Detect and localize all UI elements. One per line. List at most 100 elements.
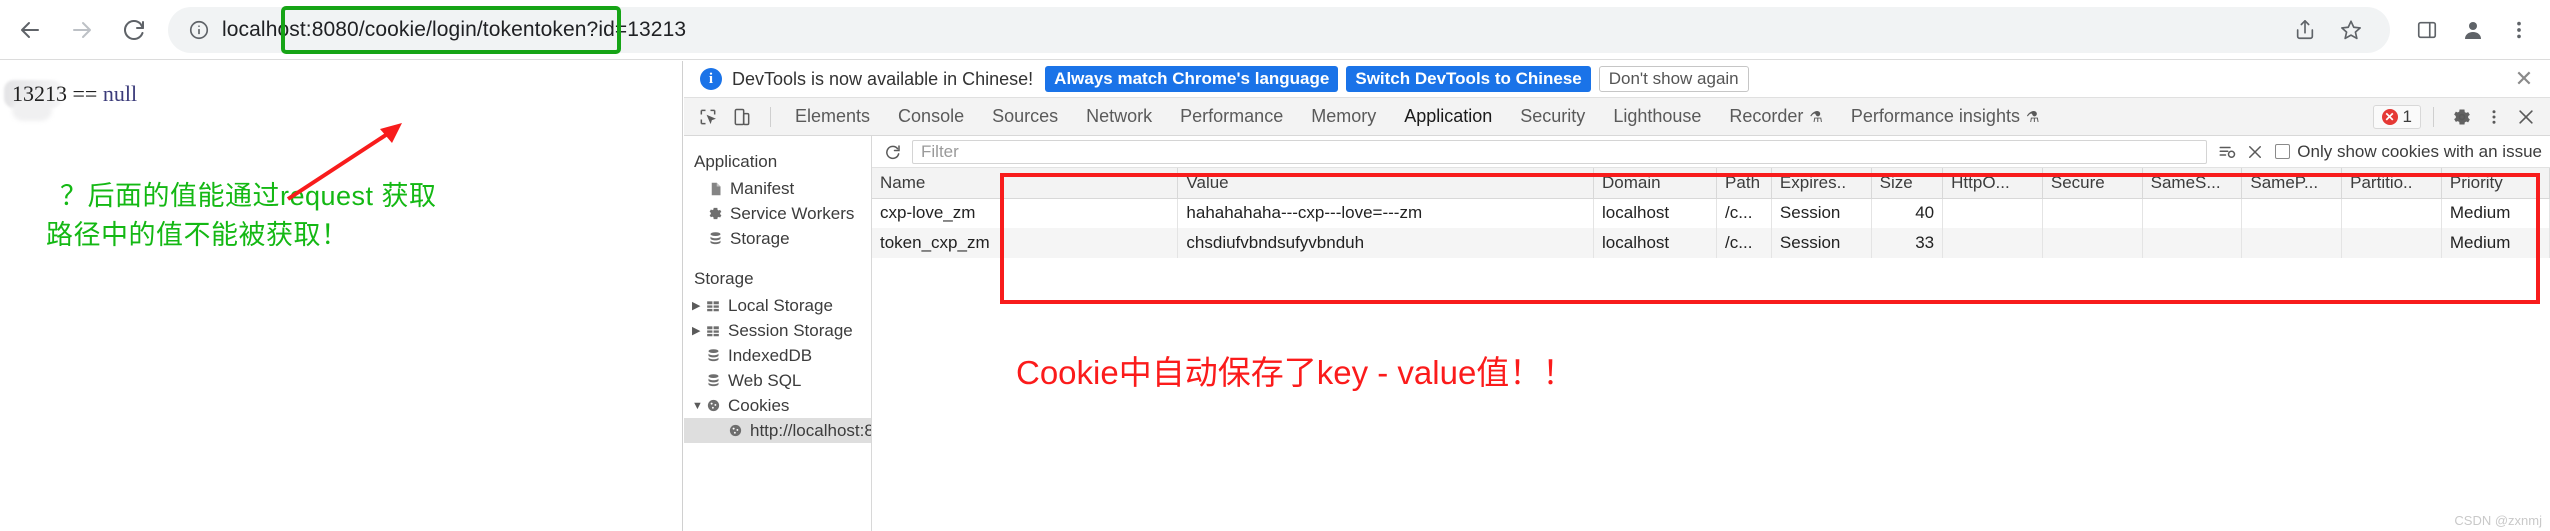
info-icon: i <box>700 68 722 90</box>
tab-application[interactable]: Application <box>1390 98 1506 136</box>
table-grid-icon <box>706 299 728 313</box>
tab-network[interactable]: Network <box>1072 98 1166 136</box>
address-bar[interactable]: localhost:8080/cookie/login/tokentoken?i… <box>168 6 2390 53</box>
devtools-language-banner: i DevTools is now available in Chinese! … <box>684 61 2550 98</box>
manifest-file-icon <box>708 181 730 197</box>
cell-expires: Session <box>1771 198 1872 228</box>
cookies-table: Name Value Domain Path Expires.. Size Ht… <box>872 168 2550 258</box>
sidebar-item-label: Local Storage <box>728 295 833 315</box>
gear-icon <box>708 206 730 221</box>
delete-selected-icon[interactable] <box>2241 143 2269 161</box>
tab-sources[interactable]: Sources <box>978 98 1072 136</box>
column-header-expires[interactable]: Expires.. <box>1771 168 1872 199</box>
always-match-language-button[interactable]: Always match Chrome's language <box>1045 66 1339 92</box>
chevron-down-icon[interactable]: ▼ <box>692 400 706 412</box>
reload-button[interactable] <box>112 8 156 52</box>
column-header-value[interactable]: Value <box>1177 168 1595 199</box>
tab-recorder[interactable]: Recorder ⚗ <box>1715 98 1836 136</box>
tab-performance[interactable]: Performance <box>1166 98 1297 136</box>
column-header-samesite[interactable]: SameS... <box>2142 168 2243 199</box>
column-header-size[interactable]: Size <box>1871 168 1944 199</box>
sidebar-item-manifest[interactable]: Manifest <box>684 176 871 201</box>
chrome-menu-icon[interactable] <box>2498 9 2540 51</box>
tab-memory[interactable]: Memory <box>1297 98 1390 136</box>
sidebar-item-label: Storage <box>730 228 790 248</box>
cell-size: 40 <box>1871 198 1944 228</box>
cell-value: hahahahaha---cxp---love=---zm <box>1177 198 1595 228</box>
more-vertical-icon[interactable] <box>2478 101 2510 133</box>
sidebar-item-label: Web SQL <box>728 370 802 390</box>
sidebar-item-storage[interactable]: Storage <box>684 226 871 251</box>
column-header-path[interactable]: Path <box>1716 168 1772 199</box>
inspect-element-icon[interactable] <box>692 101 724 133</box>
device-toolbar-icon[interactable] <box>726 101 758 133</box>
tab-lighthouse[interactable]: Lighthouse <box>1599 98 1715 136</box>
table-row[interactable]: token_cxp_zm chsdiufvbndsufyvbnduh local… <box>872 228 2550 258</box>
sidebar-item-session-storage[interactable]: ▶ Session Storage <box>684 318 871 343</box>
tab-elements[interactable]: Elements <box>781 98 884 136</box>
refresh-icon[interactable] <box>880 143 906 161</box>
column-header-partition[interactable]: Partitio.. <box>2341 168 2442 199</box>
sidebar-item-label: http://localhost:8080 <box>750 420 872 440</box>
omnibox-actions <box>2272 9 2372 51</box>
sidebar-item-cookie-origin[interactable]: http://localhost:8080 <box>684 418 871 443</box>
only-show-issues-checkbox[interactable]: Only show cookies with an issue <box>2275 142 2542 162</box>
clear-all-cookies-icon[interactable] <box>2213 143 2241 161</box>
forward-button[interactable] <box>60 8 104 52</box>
column-header-priority[interactable]: Priority <box>2441 168 2550 199</box>
checkbox-box[interactable] <box>2275 144 2291 159</box>
column-header-secure[interactable]: Secure <box>2042 168 2143 199</box>
sidebar-item-indexeddb[interactable]: IndexedDB <box>684 343 871 368</box>
dont-show-again-button[interactable]: Don't show again <box>1598 66 1749 92</box>
filter-input[interactable]: Filter <box>912 139 2208 164</box>
sidebar-item-service-workers[interactable]: Service Workers <box>684 201 871 226</box>
cookie-icon <box>706 398 728 413</box>
tab-label: Lighthouse <box>1613 106 1702 126</box>
cookies-panel: Filter Only show cookies with an issue N… <box>872 136 2550 531</box>
sidebar-item-label: Session Storage <box>728 320 853 340</box>
cell-secure <box>2042 228 2143 258</box>
table-grid-icon <box>706 324 728 338</box>
sidebar-item-local-storage[interactable]: ▶ Local Storage <box>684 293 871 318</box>
column-header-httponly[interactable]: HttpO... <box>1942 168 2043 199</box>
omnibox-container: localhost:8080/cookie/login/tokentoken?i… <box>168 5 2390 54</box>
sidebar-item-cookies[interactable]: ▼ Cookies <box>684 393 871 418</box>
sidebar-item-web-sql[interactable]: Web SQL <box>684 368 871 393</box>
gear-icon[interactable] <box>2446 101 2478 133</box>
application-sidebar: Application Manifest Service Workers Sto… <box>684 136 872 531</box>
site-info-icon[interactable] <box>186 17 212 43</box>
sidebar-group-storage: Storage <box>694 269 754 288</box>
tab-performance-insights[interactable]: Performance insights ⚗ <box>1837 98 2054 136</box>
banner-message: DevTools is now available in Chinese! <box>732 68 1034 89</box>
chevron-right-icon[interactable]: ▶ <box>692 299 706 312</box>
bookmark-star-icon[interactable] <box>2330 9 2372 51</box>
cell-value: chsdiufvbndsufyvbnduh <box>1177 228 1595 258</box>
table-header-row: Name Value Domain Path Expires.. Size Ht… <box>872 168 2550 199</box>
error-count-badge[interactable]: ✕ 1 <box>2372 104 2421 129</box>
sidebar-panel-icon[interactable] <box>2406 9 2448 51</box>
column-header-domain[interactable]: Domain <box>1593 168 1718 199</box>
cell-samesite <box>2142 198 2243 228</box>
cell-expires: Session <box>1771 228 1872 258</box>
address-bar-url: localhost:8080/cookie/login/tokentoken?i… <box>222 17 687 41</box>
database-icon <box>706 348 728 363</box>
close-icon[interactable] <box>2510 101 2542 133</box>
column-header-name[interactable]: Name <box>872 168 1179 199</box>
cookies-filter-toolbar: Filter Only show cookies with an issue <box>872 136 2550 168</box>
back-button[interactable] <box>8 8 52 52</box>
page-body-operator: == <box>67 81 103 106</box>
tab-console[interactable]: Console <box>884 98 978 136</box>
table-row[interactable]: cxp-love_zm hahahahaha---cxp---love=---z… <box>872 198 2550 228</box>
column-header-sameparty[interactable]: SameP... <box>2241 168 2343 199</box>
cell-size: 33 <box>1871 228 1944 258</box>
tab-security[interactable]: Security <box>1506 98 1599 136</box>
error-icon: ✕ <box>2381 108 2398 125</box>
profile-avatar-icon[interactable] <box>2452 9 2494 51</box>
switch-devtools-language-button[interactable]: Switch DevTools to Chinese <box>1346 66 1591 92</box>
banner-close-icon[interactable]: ✕ <box>2510 65 2538 93</box>
cell-path: /c... <box>1716 228 1772 258</box>
chevron-right-icon[interactable]: ▶ <box>692 324 706 337</box>
share-icon[interactable] <box>2284 9 2326 51</box>
sidebar-item-label: IndexedDB <box>728 345 813 365</box>
cell-path: /c... <box>1716 198 1772 228</box>
